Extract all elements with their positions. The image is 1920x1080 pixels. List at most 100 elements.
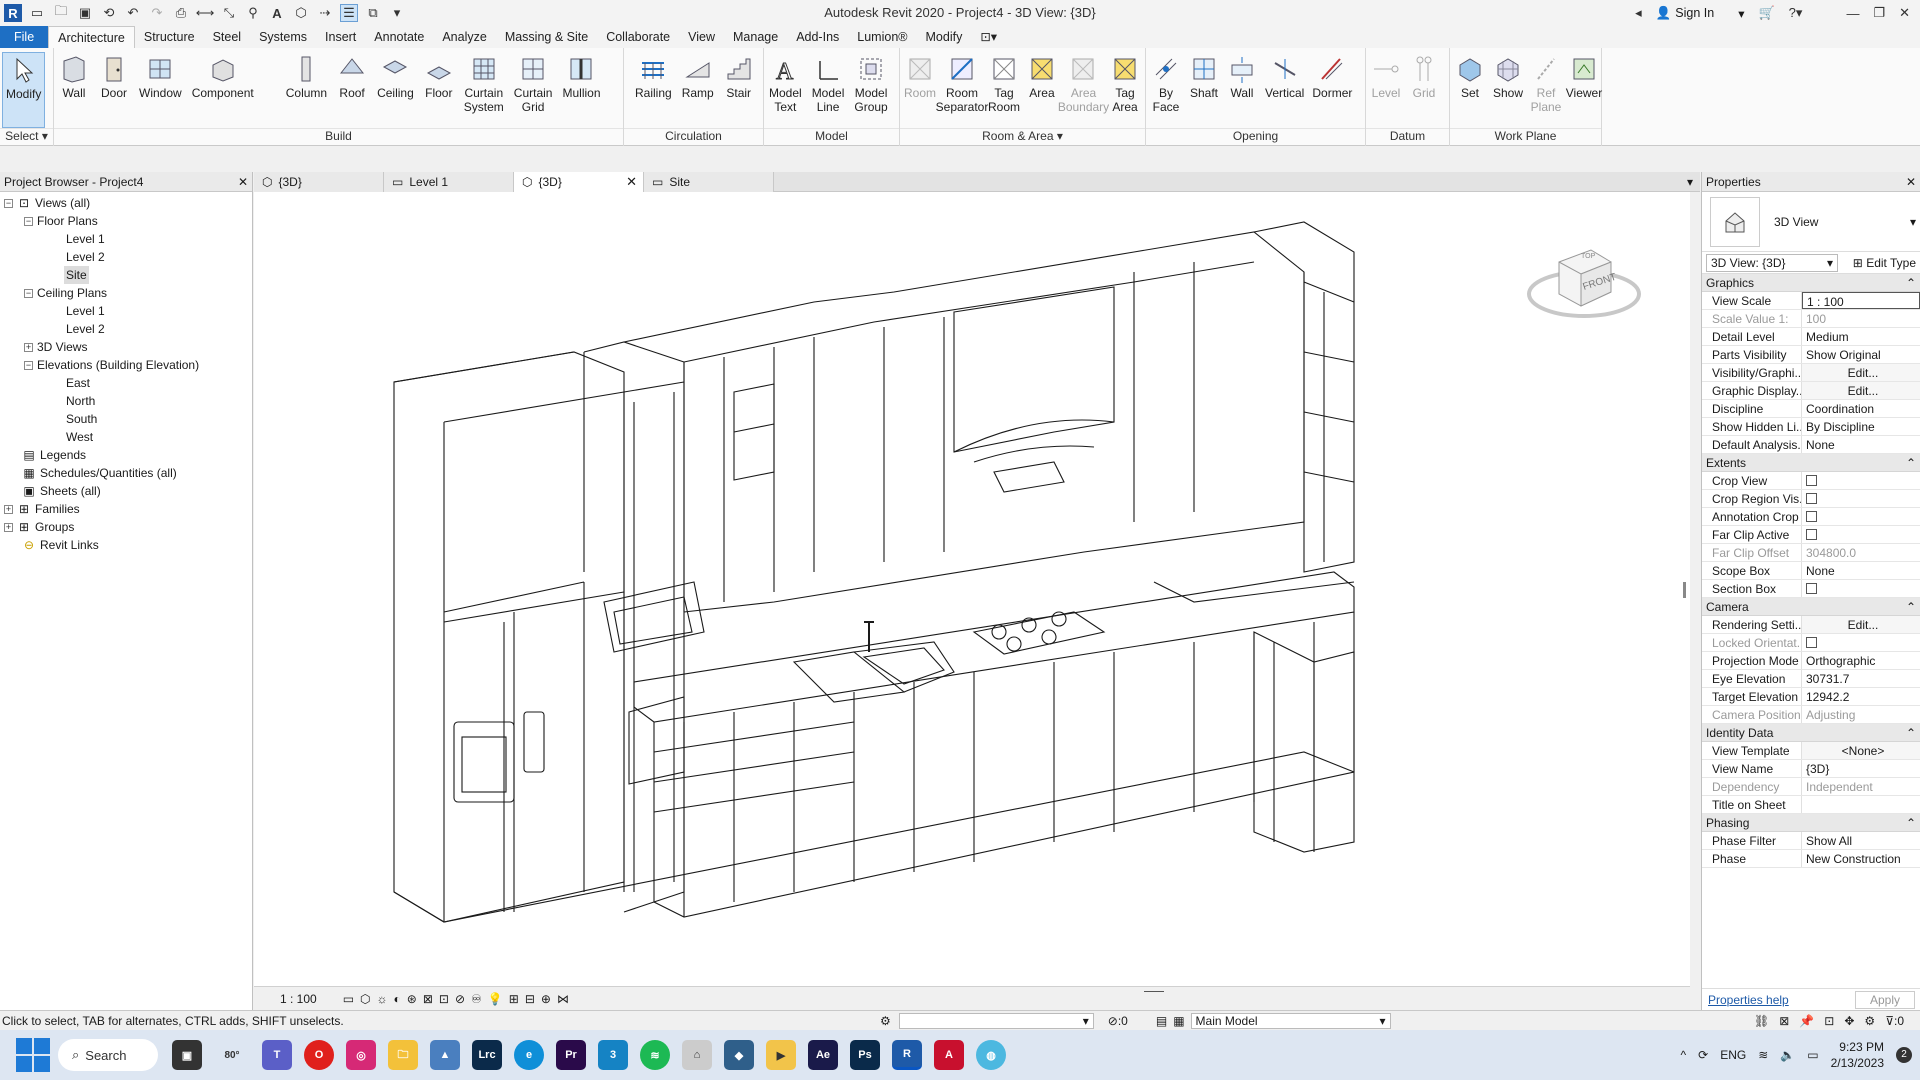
instagram-icon[interactable]: ◎ [346, 1040, 376, 1070]
property-value[interactable]: None [1802, 436, 1920, 453]
expand-icon[interactable]: + [4, 522, 13, 532]
property-group-header[interactable]: Graphics ⌃ [1702, 274, 1920, 292]
clock[interactable]: 9:23 PM 2/13/2023 [1831, 1039, 1884, 1071]
main-model-dropdown[interactable]: Main Model ▾ [1190, 1012, 1391, 1029]
type-selector[interactable]: 3D View ▾ [1702, 192, 1920, 252]
instance-selector[interactable]: 3D View: {3D} ▾ [1706, 253, 1838, 272]
property-value[interactable]: None [1802, 562, 1920, 579]
redo-icon[interactable]: ↷ [148, 4, 166, 22]
tab-file[interactable]: File [0, 26, 49, 48]
tree-floor-level-1[interactable]: Level 1 [0, 230, 252, 248]
premiere-icon[interactable]: Pr [556, 1040, 586, 1070]
tab-architecture[interactable]: Architecture [48, 26, 135, 48]
by-face-button[interactable]: By Face [1148, 52, 1184, 128]
tree-groups[interactable]: + ⊞ Groups [0, 518, 252, 536]
close-browser-icon[interactable]: ✕ [238, 175, 248, 189]
tree-legends[interactable]: ▤ Legends [0, 446, 252, 464]
viewcube[interactable]: TOP FRONT [1519, 232, 1649, 342]
tray-overflow-icon[interactable]: ^ [1681, 1048, 1687, 1062]
lock-view-icon[interactable]: ⊘ [455, 992, 465, 1006]
tag-room-button[interactable]: Tag Room [986, 52, 1022, 128]
save-icon[interactable]: ▣ [76, 4, 94, 22]
cart-icon[interactable]: 🛒 [1758, 5, 1774, 21]
autocad-icon[interactable]: A [934, 1040, 964, 1070]
set-button[interactable]: Set [1452, 52, 1488, 128]
door-button[interactable]: Door [96, 52, 132, 128]
select-panel-title[interactable]: Select ▾ [0, 128, 53, 144]
area-button[interactable]: Area [1024, 52, 1060, 128]
stair-button[interactable]: Stair [721, 52, 757, 128]
property-checkbox[interactable] [1806, 637, 1817, 648]
wall-button[interactable]: Wall [56, 52, 92, 128]
property-group-header[interactable]: Camera ⌃ [1702, 598, 1920, 616]
component-button[interactable]: Component [189, 52, 257, 128]
tab-view[interactable]: View [679, 26, 724, 48]
tab-manage[interactable]: Manage [724, 26, 787, 48]
text-icon[interactable]: A [268, 4, 286, 22]
view-scrollbar[interactable] [1683, 582, 1686, 598]
railing-button[interactable]: Railing [632, 52, 675, 128]
analytical-icon[interactable]: ⊟ [525, 992, 535, 1006]
sync-tray-icon[interactable]: ⟳ [1698, 1048, 1708, 1062]
ribbon-toggle-icon[interactable]: ⊡▾ [971, 26, 1006, 48]
opera-icon[interactable]: O [304, 1040, 334, 1070]
tree-schedules[interactable]: ▦ Schedules/Quantities (all) [0, 464, 252, 482]
apply-button[interactable]: Apply [1854, 990, 1915, 1009]
notification-badge[interactable]: 2 [1896, 1047, 1912, 1063]
property-group-header[interactable]: Phasing ⌃ [1702, 814, 1920, 832]
property-value[interactable]: Medium [1802, 328, 1920, 345]
collapse-icon[interactable]: − [24, 216, 33, 226]
viewer-button[interactable]: Viewer [1566, 52, 1602, 128]
spotify-icon[interactable]: ≋ [640, 1040, 670, 1070]
media-icon[interactable]: ▶ [766, 1040, 796, 1070]
property-value[interactable]: Show Original [1802, 346, 1920, 363]
workset-dropdown[interactable]: ▾ [898, 1012, 1094, 1029]
window-button[interactable]: Window [136, 52, 185, 128]
crop-view-icon[interactable]: ⊠ [423, 992, 433, 1006]
3d-view-canvas[interactable]: TOP FRONT [254, 192, 1690, 986]
tab-structure[interactable]: Structure [135, 26, 204, 48]
app-icon[interactable]: ⌂ [682, 1040, 712, 1070]
close-window-icon[interactable]: ✕ [1899, 5, 1910, 21]
select-pinned-icon[interactable]: 📌 [1799, 1014, 1814, 1028]
tab-steel[interactable]: Steel [204, 26, 251, 48]
view-tab-3d-1[interactable]: ⬡ {3D} [254, 172, 384, 192]
floor-button[interactable]: Floor [421, 52, 457, 128]
tree-north[interactable]: North [0, 392, 252, 410]
task-view-icon[interactable]: ▣ [172, 1040, 202, 1070]
tab-annotate[interactable]: Annotate [365, 26, 433, 48]
visual-style-icon[interactable]: ⬡ [360, 992, 370, 1006]
tab-list-icon[interactable]: ▾ [1680, 172, 1700, 191]
highlight-icon[interactable]: ⊕ [541, 992, 551, 1006]
photoshop-icon[interactable]: Ps [850, 1040, 880, 1070]
tree-ceiling-plans[interactable]: − Ceiling Plans [0, 284, 252, 302]
dormer-button[interactable]: Dormer [1309, 52, 1355, 128]
property-checkbox[interactable] [1806, 511, 1817, 522]
tree-west[interactable]: West [0, 428, 252, 446]
photos-icon[interactable]: ▲ [430, 1040, 460, 1070]
tree-revit-links[interactable]: ⊖ Revit Links [0, 536, 252, 554]
calculator-icon[interactable]: 3 [598, 1040, 628, 1070]
open-folder-icon[interactable]: 🗀 [52, 3, 70, 22]
tree-floor-site[interactable]: Site [0, 266, 252, 284]
customize-qat-icon[interactable]: ▾ [388, 4, 406, 22]
language-indicator[interactable]: ENG [1720, 1048, 1746, 1062]
type-dropdown-icon[interactable]: ▾ [1910, 215, 1916, 229]
select-links-icon[interactable]: ⛓ [1754, 1014, 1769, 1028]
print-icon[interactable]: ⎙ [172, 4, 190, 22]
ramp-button[interactable]: Ramp [679, 52, 717, 128]
sun-path-icon[interactable]: ☼ [377, 992, 388, 1006]
tree-3d-views[interactable]: +3D Views [0, 338, 252, 356]
tree-families[interactable]: + ⊞ Families [0, 500, 252, 518]
weather-icon[interactable]: 80° [214, 1040, 250, 1070]
open-icon[interactable]: ▭ [28, 4, 46, 22]
select-underlay-icon[interactable]: ⊠ [1779, 1014, 1789, 1028]
shaft-button[interactable]: Shaft [1186, 52, 1222, 128]
tag-icon[interactable]: ⚲ [244, 4, 262, 22]
drag-elements-icon[interactable]: ✥ [1844, 1014, 1854, 1028]
globe-app-icon[interactable]: ◍ [976, 1040, 1006, 1070]
property-group-header[interactable]: Extents ⌃ [1702, 454, 1920, 472]
ceiling-button[interactable]: Ceiling [374, 52, 417, 128]
collapse-icon[interactable]: − [24, 288, 33, 298]
property-value[interactable]: New Construction [1802, 850, 1920, 867]
